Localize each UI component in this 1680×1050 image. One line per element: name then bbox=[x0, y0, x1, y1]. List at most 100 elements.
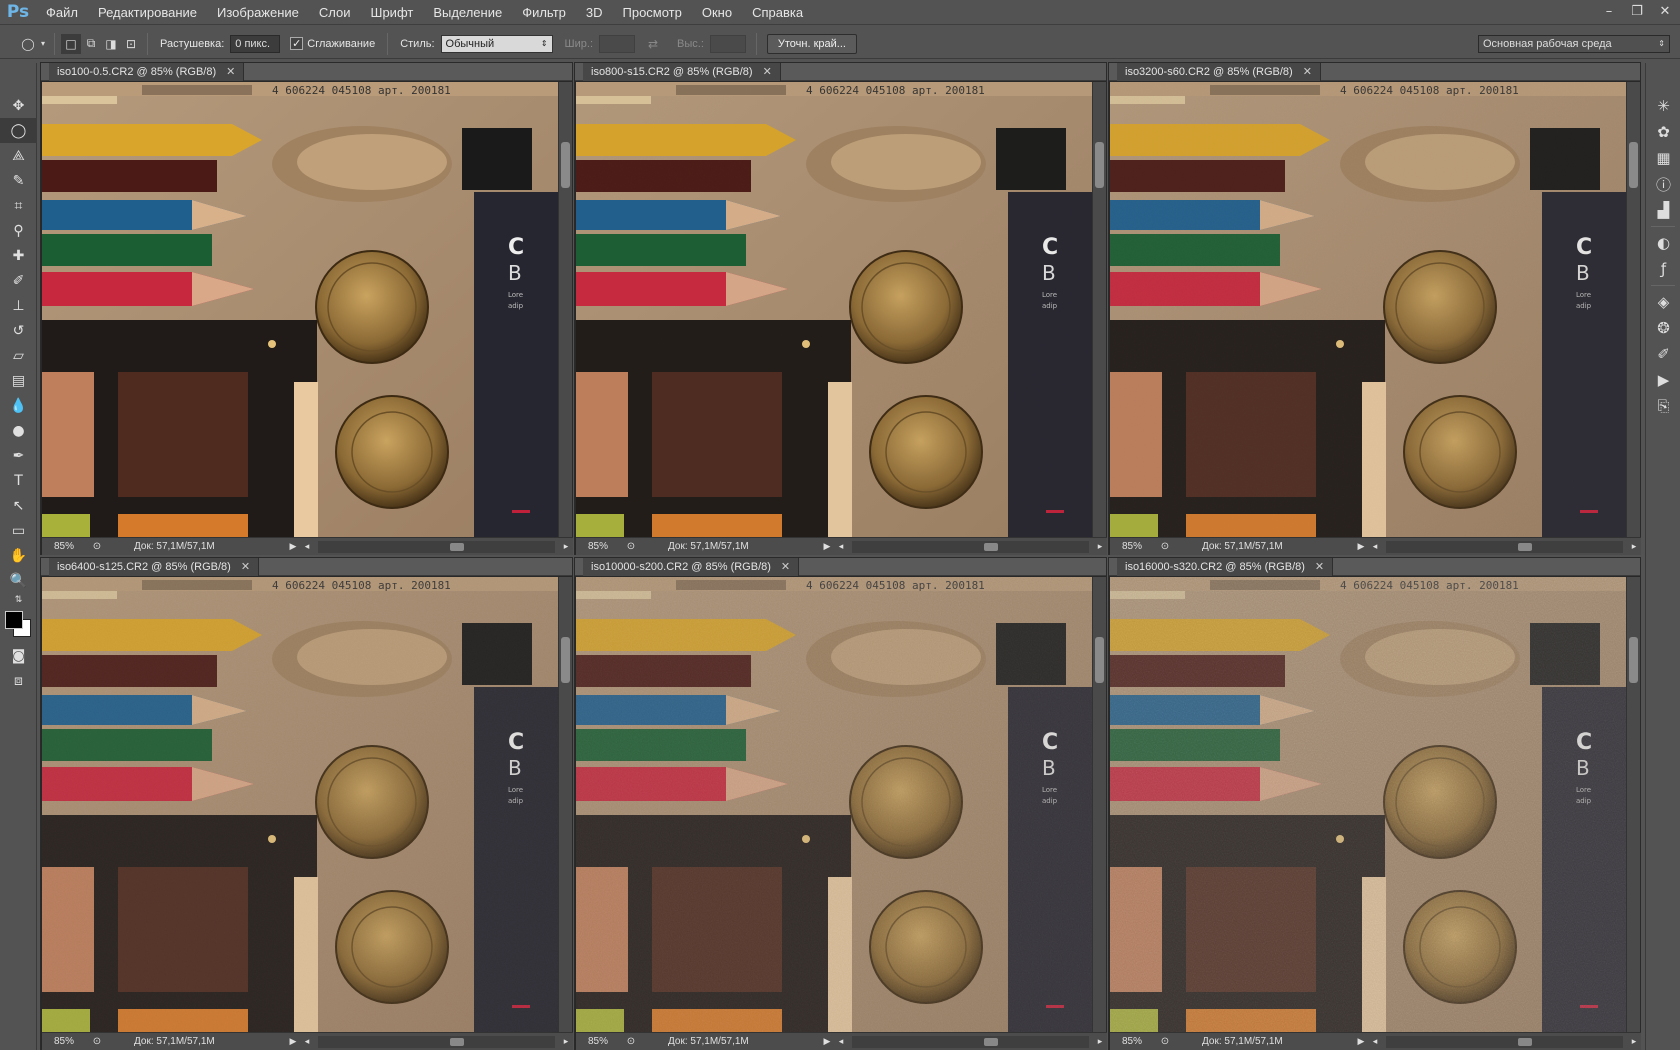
scroll-right-icon[interactable]: ▸ bbox=[1093, 542, 1107, 552]
info-panel-icon[interactable]: ⓘ bbox=[1646, 171, 1680, 197]
scrollbar-thumb[interactable] bbox=[1095, 142, 1104, 188]
document-canvas[interactable]: 4 606224 045108 арт. 200181 C B Lore adi… bbox=[576, 577, 1092, 1032]
eraser-tool-icon[interactable]: ▱ bbox=[0, 343, 37, 368]
document-tab[interactable]: iso100-0.5.CR2 @ 85% (RGB/8) ✕ bbox=[41, 62, 572, 81]
scroll-right-icon[interactable]: ▸ bbox=[559, 542, 573, 552]
vertical-scrollbar[interactable] bbox=[1092, 577, 1106, 1032]
document-tab[interactable]: iso10000-s200.CR2 @ 85% (RGB/8) ✕ bbox=[575, 557, 1106, 576]
zoom-level[interactable]: 85% bbox=[42, 1036, 88, 1047]
styles-panel-icon[interactable]: ƒ bbox=[1646, 256, 1680, 282]
export-icon[interactable]: ⊙ bbox=[1156, 541, 1174, 552]
export-icon[interactable]: ⊙ bbox=[622, 541, 640, 552]
vertical-scrollbar[interactable] bbox=[1626, 82, 1640, 537]
channels-panel-icon[interactable]: ❂ bbox=[1646, 315, 1680, 341]
spot-healing-tool-icon[interactable]: ✚ bbox=[0, 243, 37, 268]
scrollbar-thumb[interactable] bbox=[1518, 1037, 1532, 1046]
paths-panel-icon[interactable]: ✐ bbox=[1646, 341, 1680, 367]
scrollbar-thumb[interactable] bbox=[984, 542, 998, 551]
document-canvas[interactable]: 4 606224 045108 арт. 200181 C B Lore adi… bbox=[1110, 577, 1626, 1032]
horizontal-scrollbar[interactable] bbox=[1386, 540, 1623, 553]
zoom-level[interactable]: 85% bbox=[1110, 541, 1156, 552]
close-icon[interactable]: ✕ bbox=[1315, 560, 1324, 573]
zoom-level[interactable]: 85% bbox=[576, 1036, 622, 1047]
status-menu-arrow-icon[interactable]: ▶ bbox=[1354, 1037, 1368, 1047]
screen-mode-icon[interactable]: ⧈ bbox=[0, 668, 37, 693]
document-canvas[interactable]: 4 606224 045108 арт. 200181 C B Lore adi… bbox=[1110, 82, 1626, 537]
scroll-left-icon[interactable]: ◂ bbox=[834, 542, 848, 552]
workspace-select[interactable]: Основная рабочая среда ⇕ bbox=[1478, 34, 1670, 53]
scrollbar-thumb[interactable] bbox=[561, 637, 570, 683]
menu-filter[interactable]: Фильтр bbox=[512, 0, 576, 25]
horizontal-scrollbar[interactable] bbox=[852, 1035, 1089, 1048]
minimize-icon[interactable]: – bbox=[1598, 2, 1620, 20]
scroll-right-icon[interactable]: ▸ bbox=[559, 1037, 573, 1047]
scrollbar-thumb[interactable] bbox=[1629, 142, 1638, 188]
chevron-down-icon[interactable]: ▾ bbox=[38, 34, 48, 54]
document-tab-body[interactable]: iso100-0.5.CR2 @ 85% (RGB/8) ✕ bbox=[49, 62, 245, 81]
scroll-left-icon[interactable]: ◂ bbox=[300, 1037, 314, 1047]
crop-tool-icon[interactable]: ⌗ bbox=[0, 193, 37, 218]
export-icon[interactable]: ⊙ bbox=[622, 1036, 640, 1047]
zoom-level[interactable]: 85% bbox=[1110, 1036, 1156, 1047]
vertical-scrollbar[interactable] bbox=[1092, 82, 1106, 537]
export-icon[interactable]: ⊙ bbox=[88, 541, 106, 552]
document-tab-body[interactable]: iso16000-s320.CR2 @ 85% (RGB/8) ✕ bbox=[1117, 557, 1334, 576]
foreground-color-swatch[interactable] bbox=[5, 611, 23, 629]
horizontal-scrollbar[interactable] bbox=[852, 540, 1089, 553]
document-window[interactable]: iso3200-s60.CR2 @ 85% (RGB/8) ✕ 4 606224… bbox=[1108, 62, 1641, 555]
menu-select[interactable]: Выделение bbox=[423, 0, 512, 25]
export-icon[interactable]: ⊙ bbox=[88, 1036, 106, 1047]
histogram-panel-icon[interactable]: ▟ bbox=[1646, 197, 1680, 223]
document-tab-body[interactable]: iso3200-s60.CR2 @ 85% (RGB/8) ✕ bbox=[1117, 62, 1321, 81]
menu-help[interactable]: Справка bbox=[742, 0, 813, 25]
document-canvas[interactable]: 4 606224 045108 арт. 200181 C B Lore adi… bbox=[42, 577, 558, 1032]
quick-mask-icon[interactable]: ◙ bbox=[0, 643, 37, 668]
swap-colors-icon[interactable]: ⇅ bbox=[0, 593, 37, 607]
horizontal-scrollbar[interactable] bbox=[1386, 1035, 1623, 1048]
antialias-checkbox[interactable]: ✓ bbox=[290, 37, 304, 50]
close-icon[interactable]: ✕ bbox=[241, 560, 250, 573]
brush-presets-icon[interactable]: ✿ bbox=[1646, 119, 1680, 145]
dodge-tool-icon[interactable]: ● bbox=[0, 418, 37, 443]
close-icon[interactable]: ✕ bbox=[1303, 65, 1312, 78]
menu-edit[interactable]: Редактирование bbox=[88, 0, 207, 25]
menu-file[interactable]: Файл bbox=[36, 0, 88, 25]
document-tab-body[interactable]: iso6400-s125.CR2 @ 85% (RGB/8) ✕ bbox=[49, 557, 260, 576]
hand-tool-icon[interactable]: ✋ bbox=[0, 543, 37, 568]
zoom-level[interactable]: 85% bbox=[42, 541, 88, 552]
horizontal-scrollbar[interactable] bbox=[318, 1035, 555, 1048]
actions-panel-icon[interactable]: ▶ bbox=[1646, 367, 1680, 393]
subtract-from-selection-icon[interactable]: ◨ bbox=[101, 34, 121, 54]
new-selection-icon[interactable]: □ bbox=[61, 33, 81, 54]
document-window[interactable]: iso100-0.5.CR2 @ 85% (RGB/8) ✕ 4 606224 … bbox=[40, 62, 573, 555]
elliptical-marquee-preset-icon[interactable]: ◯ bbox=[18, 34, 38, 54]
horizontal-scrollbar[interactable] bbox=[318, 540, 555, 553]
document-tab-body[interactable]: iso10000-s200.CR2 @ 85% (RGB/8) ✕ bbox=[583, 557, 800, 576]
menu-type[interactable]: Шрифт bbox=[361, 0, 424, 25]
history-panel-icon[interactable]: ✳ bbox=[1646, 93, 1680, 119]
document-canvas[interactable]: 4 606224 045108 арт. 200181 C B Lore adi… bbox=[42, 82, 558, 537]
gradient-tool-icon[interactable]: ▤ bbox=[0, 368, 37, 393]
eyedropper-tool-icon[interactable]: ⚲ bbox=[0, 218, 37, 243]
close-icon[interactable]: ✕ bbox=[1654, 2, 1676, 20]
status-menu-arrow-icon[interactable]: ▶ bbox=[820, 542, 834, 552]
scrollbar-thumb[interactable] bbox=[1518, 542, 1532, 551]
scrollbar-thumb[interactable] bbox=[1629, 637, 1638, 683]
close-icon[interactable]: ✕ bbox=[781, 560, 790, 573]
move-tool-icon[interactable]: ✥ bbox=[0, 93, 37, 118]
scroll-left-icon[interactable]: ◂ bbox=[1368, 542, 1382, 552]
menu-view[interactable]: Просмотр bbox=[613, 0, 692, 25]
document-tab-body[interactable]: iso800-s15.CR2 @ 85% (RGB/8) ✕ bbox=[583, 62, 781, 81]
style-select[interactable]: Обычный ⇕ bbox=[440, 34, 553, 53]
intersect-selection-icon[interactable]: ⊡ bbox=[121, 34, 141, 54]
scrollbar-thumb[interactable] bbox=[561, 142, 570, 188]
path-selection-tool-icon[interactable]: ↖ bbox=[0, 493, 37, 518]
menu-image[interactable]: Изображение bbox=[207, 0, 309, 25]
scroll-left-icon[interactable]: ◂ bbox=[834, 1037, 848, 1047]
close-icon[interactable]: ✕ bbox=[763, 65, 772, 78]
blur-tool-icon[interactable]: 💧 bbox=[0, 393, 37, 418]
document-tab[interactable]: iso16000-s320.CR2 @ 85% (RGB/8) ✕ bbox=[1109, 557, 1640, 576]
scroll-left-icon[interactable]: ◂ bbox=[1368, 1037, 1382, 1047]
add-to-selection-icon[interactable]: ⧉ bbox=[81, 34, 101, 54]
history-brush-tool-icon[interactable]: ↺ bbox=[0, 318, 37, 343]
